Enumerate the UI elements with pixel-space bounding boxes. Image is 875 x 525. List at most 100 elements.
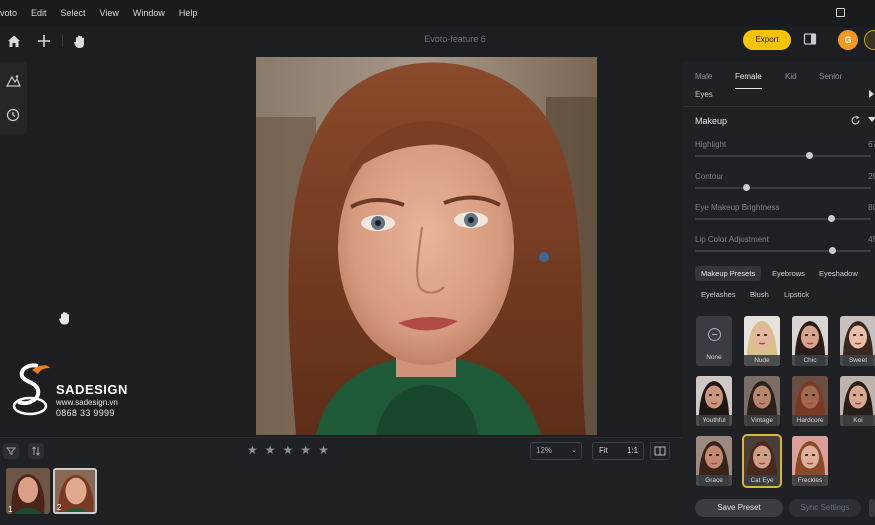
slider-value: 29 <box>868 172 875 181</box>
star-4-icon[interactable]: ★ <box>300 443 311 457</box>
thumbnail-1[interactable]: 1 <box>6 468 50 514</box>
home-icon[interactable] <box>4 31 24 51</box>
thumbnail-number: 2 <box>57 503 62 512</box>
preset-label: Hardcore <box>792 415 828 426</box>
star-5-icon[interactable]: ★ <box>318 443 329 457</box>
category-eyeshadow[interactable]: Eyeshadow <box>813 266 864 281</box>
maximize-window-icon[interactable] <box>836 8 845 17</box>
slider-track[interactable] <box>695 155 871 157</box>
slider-track[interactable] <box>695 218 871 220</box>
eyes-label: Eyes <box>695 90 713 99</box>
sync-settings-button[interactable]: Sync Settings <box>789 499 861 517</box>
fit-button[interactable]: Fit <box>599 446 608 455</box>
compare-view-icon[interactable] <box>650 442 670 460</box>
category-makeup-presets[interactable]: Makeup Presets <box>695 266 762 281</box>
category-eyebrows[interactable]: Eyebrows <box>766 266 811 281</box>
menu-select[interactable]: Select <box>54 0 93 27</box>
panel-toggle-icon[interactable] <box>803 32 817 46</box>
filter-icon[interactable] <box>3 443 19 459</box>
slider-contour[interactable]: Contour 29 <box>695 172 875 194</box>
photo-canvas[interactable] <box>256 57 597 435</box>
preset-label: Koi <box>840 415 875 426</box>
menu-edit[interactable]: Edit <box>24 0 54 27</box>
slider-lip-color-adjustment[interactable]: Lip Color Adjustment 45 <box>695 235 875 257</box>
slider-eye-makeup-brightness[interactable]: Eye Makeup Brightness 80 <box>695 203 875 225</box>
hand-tool-icon[interactable] <box>70 31 90 51</box>
slider-value: 45 <box>868 235 875 244</box>
preset-none[interactable]: None <box>696 316 732 366</box>
category-lipstick[interactable]: Lipstick <box>778 287 815 302</box>
slider-track[interactable] <box>695 187 871 189</box>
collapse-caret-icon[interactable] <box>868 117 875 122</box>
menu-help[interactable]: Help <box>172 0 205 27</box>
preset-grace[interactable]: Grace <box>696 436 732 486</box>
menu-app[interactable]: voto <box>0 0 24 27</box>
preset-cat-eye[interactable]: Cat Eye <box>742 434 782 488</box>
slider-value: 80 <box>868 203 875 212</box>
add-icon[interactable] <box>34 31 54 51</box>
fit-controls: Fit 1:1 <box>592 442 644 460</box>
save-preset-button[interactable]: Save Preset <box>695 499 783 517</box>
preset-label: Sweet <box>840 355 875 366</box>
zoom-select[interactable]: 12% ⌄ <box>530 442 582 460</box>
category-blush[interactable]: Blush <box>744 287 775 302</box>
slider-handle[interactable] <box>829 247 837 254</box>
tab-male[interactable]: Male <box>695 72 712 81</box>
slider-highlight[interactable]: Highlight 67 <box>695 140 875 162</box>
preset-label: Grace <box>696 475 732 486</box>
sort-icon[interactable] <box>28 443 44 459</box>
slider-handle[interactable] <box>743 184 751 191</box>
zoom-value: 12% <box>536 446 553 455</box>
star-1-icon[interactable]: ★ <box>247 443 258 457</box>
slider-handle[interactable] <box>827 215 835 222</box>
none-icon <box>708 328 721 341</box>
actual-size-button[interactable]: 1:1 <box>627 446 638 455</box>
star-2-icon[interactable]: ★ <box>265 443 276 457</box>
adjust-tool-icon[interactable] <box>4 72 22 90</box>
watermark-brand: SADESIGN <box>56 382 128 397</box>
export-button[interactable]: Export <box>743 30 791 50</box>
document-title: Evoto-feature 6 <box>424 34 486 44</box>
tab-kid[interactable]: Kid <box>785 72 797 81</box>
preset-freckles[interactable]: Freckles <box>792 436 828 486</box>
rating-stars: ★ ★ ★ ★ ★ <box>247 443 329 457</box>
makeup-section-title[interactable]: Makeup <box>695 116 727 126</box>
preset-nude[interactable]: Nude <box>744 316 780 366</box>
star-3-icon[interactable]: ★ <box>283 443 294 457</box>
tab-female[interactable]: Female <box>735 72 762 81</box>
preset-koi[interactable]: Koi <box>840 376 875 426</box>
reset-icon[interactable] <box>850 115 861 129</box>
slider-track[interactable] <box>695 250 871 252</box>
preset-hardcore[interactable]: Hardcore <box>792 376 828 426</box>
user-avatar[interactable]: G <box>838 30 858 50</box>
chevron-down-icon: ⌄ <box>571 447 577 454</box>
panel-scroll-handle[interactable] <box>869 499 875 517</box>
preset-label: None <box>706 354 722 361</box>
preset-label: Chic <box>792 355 828 366</box>
preset-sweet[interactable]: Sweet <box>840 316 875 366</box>
preset-vintage[interactable]: Vintage <box>744 376 780 426</box>
preset-chic[interactable]: Chic <box>792 316 828 366</box>
right-panel: Male Female Kid Senior Eyes Makeup Highl… <box>683 62 875 525</box>
watermark-url: www.sadesign.vn <box>56 398 118 407</box>
history-icon[interactable] <box>4 106 22 124</box>
preset-label: Freckles <box>792 475 828 486</box>
filmstrip-bar: ★ ★ ★ ★ ★ 12% ⌄ Fit 1:1 1 2 <box>0 437 683 525</box>
thumbnail-number: 1 <box>8 505 13 514</box>
preset-label: Cat Eye <box>744 475 780 486</box>
left-tool-rail <box>0 62 27 134</box>
thumbnail-2[interactable]: 2 <box>53 468 97 514</box>
chevron-right-icon[interactable] <box>869 90 874 98</box>
portrait-image <box>256 57 597 435</box>
watermark-phone: 0868 33 9999 <box>56 408 115 418</box>
preset-youthful[interactable]: Youthful <box>696 376 732 426</box>
tab-senior[interactable]: Senior <box>819 72 842 81</box>
category-eyelashes[interactable]: Eyelashes <box>695 287 742 302</box>
preset-label: Youthful <box>696 415 732 426</box>
menu-window[interactable]: Window <box>126 0 172 27</box>
slider-handle[interactable] <box>806 152 814 159</box>
preset-label: Nude <box>744 355 780 366</box>
slider-label: Highlight <box>695 140 727 149</box>
toolbar-divider <box>62 35 63 47</box>
menu-view[interactable]: View <box>93 0 126 27</box>
